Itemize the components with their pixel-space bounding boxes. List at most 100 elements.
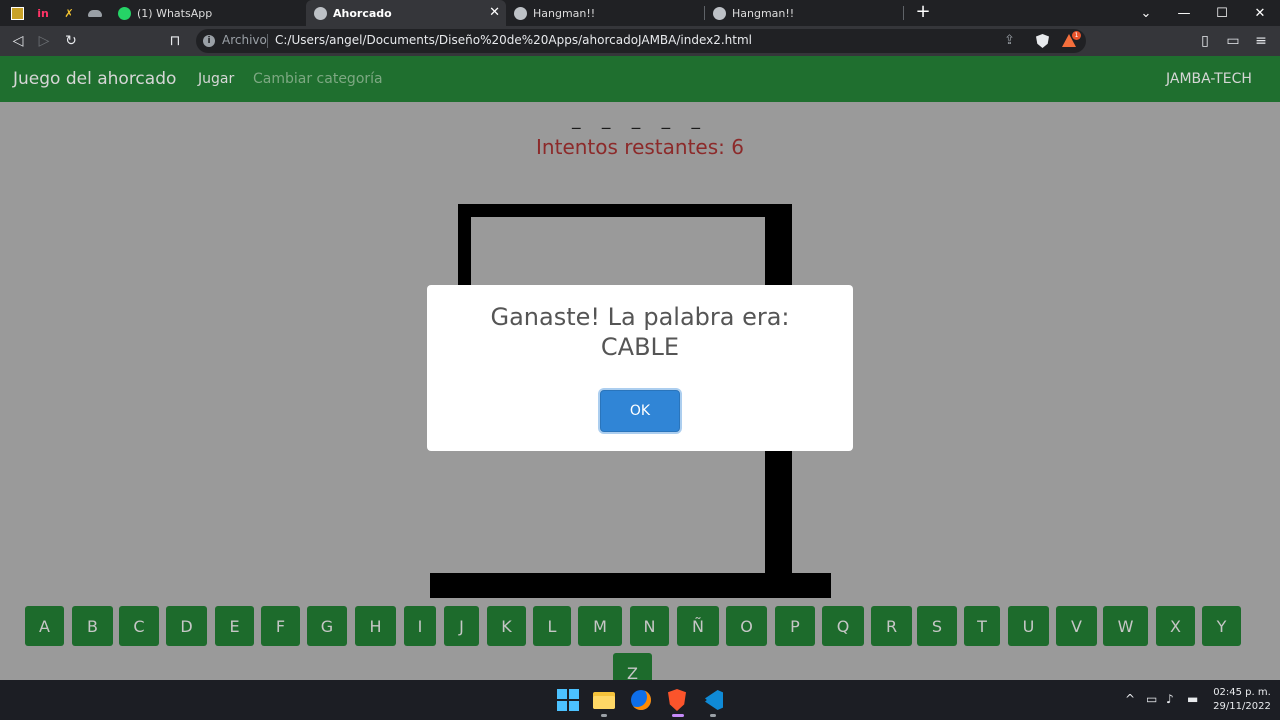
win-dialog: Ganaste! La palabra era: CABLE OK <box>427 285 853 451</box>
letter-key-n[interactable]: N <box>630 606 669 646</box>
wallet-icon[interactable]: ▭ <box>1223 31 1243 51</box>
whatsapp-icon <box>118 6 131 20</box>
url-text[interactable]: C:/Users/angel/Documents/Diseño%20de%20A… <box>275 33 752 47</box>
pinned-tab-tools-icon[interactable]: ✗ <box>56 0 82 26</box>
file-scheme-label: Archivo <box>222 33 267 47</box>
maximize-button[interactable]: ☐ <box>1203 0 1241 26</box>
letter-key-h[interactable]: H <box>355 606 396 646</box>
letter-key-r[interactable]: R <box>871 606 912 646</box>
letter-key-d[interactable]: D <box>166 606 207 646</box>
navbar-right-label[interactable]: JAMBA-TECH <box>1166 71 1252 87</box>
tab-hangman-2[interactable]: Hangman!! <box>705 0 903 26</box>
pinned-tabs: in ✗ <box>4 0 108 26</box>
letter-key-e[interactable]: E <box>215 606 254 646</box>
close-window-button[interactable]: ✕ <box>1241 0 1279 26</box>
reload-icon[interactable]: ↻ <box>61 31 81 51</box>
tray-overflow-icon[interactable]: ^ <box>1125 692 1135 706</box>
letter-key-o[interactable]: O <box>726 606 767 646</box>
tab-ahorcado[interactable]: Ahorcado ✕ <box>306 0 506 26</box>
clock-time: 02:45 p. m. <box>1213 687 1271 698</box>
brave-shields-icon[interactable] <box>1036 34 1049 48</box>
running-indicator <box>710 714 716 717</box>
word-blanks: _ _ _ _ _ <box>571 110 709 130</box>
menu-icon[interactable]: ≡ <box>1251 31 1271 51</box>
letter-key-t[interactable]: T <box>964 606 1000 646</box>
globe-icon <box>514 6 527 20</box>
nav-link-jugar[interactable]: Jugar <box>198 71 234 87</box>
letter-key-z[interactable]: Z <box>613 653 652 680</box>
battery-icon[interactable]: ▬ <box>1187 692 1198 706</box>
letter-key-l[interactable]: L <box>533 606 571 646</box>
navbar: Juego del ahorcado Jugar Cambiar categor… <box>0 56 1280 102</box>
letter-key-i[interactable]: I <box>404 606 436 646</box>
tab-label: (1) WhatsApp <box>137 6 213 20</box>
minimize-button[interactable]: — <box>1165 0 1203 26</box>
letter-key-v[interactable]: V <box>1056 606 1097 646</box>
nav-link-cambiar-categoria[interactable]: Cambiar categoría <box>253 71 383 87</box>
letter-key-ñ[interactable]: Ñ <box>677 606 719 646</box>
tab-label: Ahorcado <box>333 6 392 20</box>
rewards-badge: 1 <box>1072 31 1081 40</box>
tab-label: Hangman!! <box>533 6 596 20</box>
windows-taskbar: ^ ▭ ♪ ▬ 02:45 p. m. 29/11/2022 <box>0 680 1280 720</box>
letter-key-f[interactable]: F <box>261 606 300 646</box>
gallows-rope <box>458 204 471 294</box>
letter-key-u[interactable]: U <box>1008 606 1049 646</box>
tab-hangman-1[interactable]: Hangman!! <box>506 0 704 26</box>
file-explorer-icon[interactable] <box>592 688 616 712</box>
system-clock[interactable]: 02:45 p. m. 29/11/2022 <box>1212 686 1272 714</box>
close-tab-icon[interactable]: ✕ <box>489 5 500 20</box>
dialog-title-line-1: Ganaste! La palabra era: <box>490 303 790 331</box>
share-icon[interactable]: ⇪ <box>1004 33 1015 48</box>
letter-key-m[interactable]: M <box>578 606 622 646</box>
letter-key-x[interactable]: X <box>1156 606 1195 646</box>
globe-icon <box>713 6 726 20</box>
address-bar[interactable]: i Archivo C:/Users/angel/Documents/Diseñ… <box>196 29 1086 53</box>
letter-key-k[interactable]: K <box>487 606 526 646</box>
gallows-base <box>430 573 831 598</box>
tab-label: Hangman!! <box>732 6 795 20</box>
letter-key-w[interactable]: W <box>1103 606 1148 646</box>
new-tab-button[interactable]: + <box>914 1 932 22</box>
letter-key-p[interactable]: P <box>775 606 815 646</box>
dialog-title-word: CABLE <box>600 333 680 361</box>
active-indicator <box>672 714 684 717</box>
network-icon[interactable]: ▭ <box>1146 692 1157 706</box>
letter-key-j[interactable]: J <box>444 606 479 646</box>
pinned-tab-hat-icon[interactable] <box>82 0 108 26</box>
letter-key-c[interactable]: C <box>119 606 159 646</box>
volume-icon[interactable]: ♪ <box>1166 692 1174 706</box>
attempts-label: Intentos restantes: 6 <box>536 135 744 159</box>
letter-key-b[interactable]: B <box>72 606 113 646</box>
letter-key-s[interactable]: S <box>917 606 957 646</box>
site-info-icon[interactable]: i <box>203 35 215 47</box>
tab-search-icon[interactable]: ⌄ <box>1127 0 1165 26</box>
back-icon[interactable]: ◁ <box>8 31 28 51</box>
browser-toolbar: ◁ ▷ ↻ ⊓ i Archivo C:/Users/angel/Documen… <box>0 26 1280 56</box>
clock-date: 29/11/2022 <box>1213 701 1271 712</box>
globe-icon <box>314 6 327 20</box>
firefox-icon[interactable] <box>629 688 653 712</box>
forward-icon[interactable]: ▷ <box>34 31 54 51</box>
ok-button[interactable]: OK <box>600 390 680 432</box>
tab-whatsapp[interactable]: (1) WhatsApp <box>110 0 306 26</box>
sidebar-icon[interactable]: ▯ <box>1195 31 1215 51</box>
tab-divider <box>903 6 904 20</box>
vscode-icon[interactable] <box>702 688 726 712</box>
bookmark-icon[interactable]: ⊓ <box>165 31 185 51</box>
attempts-remaining: Intentos restantes: 6 <box>0 135 1280 159</box>
letter-key-g[interactable]: G <box>307 606 347 646</box>
brave-icon[interactable] <box>665 688 689 712</box>
navbar-brand[interactable]: Juego del ahorcado <box>13 69 176 89</box>
windows-start-icon[interactable] <box>556 688 580 712</box>
browser-tab-strip: in ✗ (1) WhatsApp Ahorcado ✕ Hangman!! H… <box>0 0 1280 26</box>
pinned-tab-invision-icon[interactable]: in <box>30 0 56 26</box>
letter-key-a[interactable]: A <box>25 606 64 646</box>
dialog-title: Ganaste! La palabra era: CABLE <box>427 302 853 362</box>
letter-key-y[interactable]: Y <box>1202 606 1241 646</box>
letter-key-q[interactable]: Q <box>822 606 864 646</box>
running-indicator <box>601 714 607 717</box>
pinned-tab-app-icon[interactable] <box>4 0 30 26</box>
gallows-top-beam <box>458 204 792 217</box>
url-divider <box>267 34 268 48</box>
